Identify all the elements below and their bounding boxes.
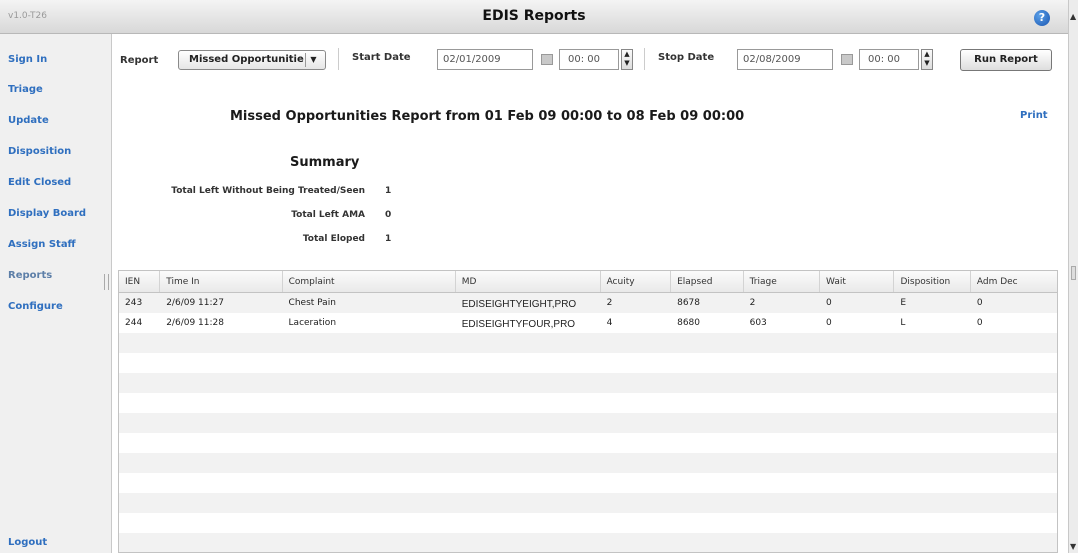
sidebar-item-edit-closed[interactable]: Edit Closed — [8, 177, 71, 188]
sidebar-item-disposition[interactable]: Disposition — [8, 146, 71, 157]
cell-triage: 2 — [749, 298, 756, 308]
help-icon[interactable]: ? — [1034, 10, 1050, 26]
table-row — [119, 533, 1057, 552]
table-row — [119, 513, 1057, 533]
table-row[interactable]: 243 2/6/09 11:27 Chest Pain EDISEIGHTYEIGHT… — [119, 293, 1057, 313]
report-table: IEN Time In Complaint MD Acuity Elapsed … — [118, 270, 1058, 553]
cell-elapsed: 8680 — [677, 318, 701, 328]
table-row — [119, 393, 1057, 413]
summary-title: Summary — [290, 155, 360, 170]
sidebar-item-assign-staff[interactable]: Assign Staff — [8, 239, 76, 250]
cell-md: EDISEIGHTYEIGHT,PRO — [461, 299, 577, 310]
column-header-triage[interactable]: Triage — [744, 271, 820, 292]
sidebar-item-update[interactable]: Update — [8, 115, 49, 126]
logout-link[interactable]: Logout — [8, 537, 47, 548]
toolbar-divider — [644, 48, 645, 70]
cell-ien: 243 — [125, 298, 143, 308]
run-report-button[interactable]: Run Report — [960, 49, 1052, 71]
cell-acuity: 4 — [606, 318, 613, 328]
column-header-acuity[interactable]: Acuity — [601, 271, 672, 292]
cell-complaint: Laceration — [288, 318, 337, 328]
stop-time-spinner[interactable]: ▲ ▼ — [921, 49, 933, 70]
title-bar: v1.0-T26 EDIS Reports ? — [0, 0, 1068, 34]
table-header: IEN Time In Complaint MD Acuity Elapsed … — [119, 271, 1057, 293]
cell-ien: 244 — [125, 318, 143, 328]
stop-date-field[interactable]: 02/08/2009 — [737, 49, 833, 70]
sidebar-item-configure[interactable]: Configure — [8, 301, 63, 312]
chevron-down-icon[interactable]: ▼ — [305, 53, 321, 67]
column-header-md[interactable]: MD — [456, 271, 601, 292]
table-row — [119, 433, 1057, 453]
column-header-complaint[interactable]: Complaint — [283, 271, 456, 292]
cell-md: EDISEIGHTYFOUR,PRO — [461, 319, 576, 330]
print-link[interactable]: Print — [1020, 110, 1048, 121]
cell-wait: 0 — [825, 298, 832, 308]
start-time-field[interactable]: 00: 00 — [559, 49, 619, 70]
scroll-grip[interactable] — [1071, 266, 1076, 280]
table-row[interactable]: 244 2/6/09 11:28 Laceration EDISEIGHTYFOUR,… — [119, 313, 1057, 333]
summary-value: 1 — [385, 186, 392, 196]
report-label: Report — [120, 55, 159, 66]
calendar-icon[interactable] — [541, 54, 553, 65]
table-row — [119, 373, 1057, 393]
table-row — [119, 353, 1057, 373]
calendar-icon[interactable] — [841, 54, 853, 65]
toolbar-divider — [338, 48, 339, 70]
table-row — [119, 413, 1057, 433]
summary-value: 1 — [385, 234, 392, 244]
vertical-scrollbar[interactable]: ▲ ▼ — [1068, 0, 1078, 553]
summary-label: Total Eloped — [302, 234, 365, 244]
stop-date-label: Stop Date — [658, 52, 715, 63]
start-time-spinner[interactable]: ▲ ▼ — [621, 49, 633, 70]
scroll-up-icon[interactable]: ▲ — [1070, 12, 1076, 21]
cell-adm-dec: 0 — [976, 318, 983, 328]
cell-disposition: E — [900, 298, 907, 308]
cell-adm-dec: 0 — [976, 298, 983, 308]
column-header-elapsed[interactable]: Elapsed — [671, 271, 744, 292]
summary-label: Total Left AMA — [291, 210, 365, 220]
sidebar-item-sign-in[interactable]: Sign In — [8, 54, 47, 65]
start-date-field[interactable]: 02/01/2009 — [437, 49, 533, 70]
sidebar-resize-grip[interactable] — [104, 274, 109, 290]
sidebar-item-display-board[interactable]: Display Board — [8, 208, 86, 219]
table-row — [119, 453, 1057, 473]
column-header-disposition[interactable]: Disposition — [894, 271, 971, 292]
summary-value: 0 — [385, 210, 392, 220]
cell-triage: 603 — [749, 318, 767, 328]
cell-wait: 0 — [825, 318, 832, 328]
cell-disposition: L — [900, 318, 906, 328]
table-body: 243 2/6/09 11:27 Chest Pain EDISEIGHTYEIGHT… — [119, 293, 1057, 552]
stop-time-field[interactable]: 00: 00 — [859, 49, 919, 70]
report-select[interactable]: Missed Opportunitie ▼ — [178, 50, 326, 70]
cell-elapsed: 8678 — [677, 298, 701, 308]
start-date-label: Start Date — [352, 52, 411, 63]
table-row — [119, 493, 1057, 513]
column-header-wait[interactable]: Wait — [820, 271, 895, 292]
column-header-time-in[interactable]: Time In — [160, 271, 283, 292]
scroll-down-icon[interactable]: ▼ — [1070, 542, 1076, 551]
sidebar: Sign In Triage Update Disposition Edit C… — [0, 34, 112, 553]
column-header-adm-dec[interactable]: Adm Dec — [971, 271, 1057, 292]
report-toolbar: Report Missed Opportunitie ▼ Start Date … — [112, 34, 1068, 78]
cell-time-in: 2/6/09 11:27 — [166, 298, 224, 308]
cell-time-in: 2/6/09 11:28 — [166, 318, 224, 328]
cell-complaint: Chest Pain — [288, 298, 336, 308]
column-header-ien[interactable]: IEN — [119, 271, 161, 292]
summary-label: Total Left Without Being Treated/Seen — [171, 186, 365, 196]
window-title: EDIS Reports — [482, 8, 586, 24]
report-select-value: Missed Opportunitie — [189, 54, 304, 65]
sidebar-item-reports[interactable]: Reports — [8, 270, 52, 281]
table-row — [119, 333, 1057, 353]
sidebar-item-triage[interactable]: Triage — [8, 84, 43, 95]
report-title: Missed Opportunities Report from 01 Feb … — [230, 109, 745, 124]
table-row — [119, 473, 1057, 493]
cell-acuity: 2 — [606, 298, 613, 308]
